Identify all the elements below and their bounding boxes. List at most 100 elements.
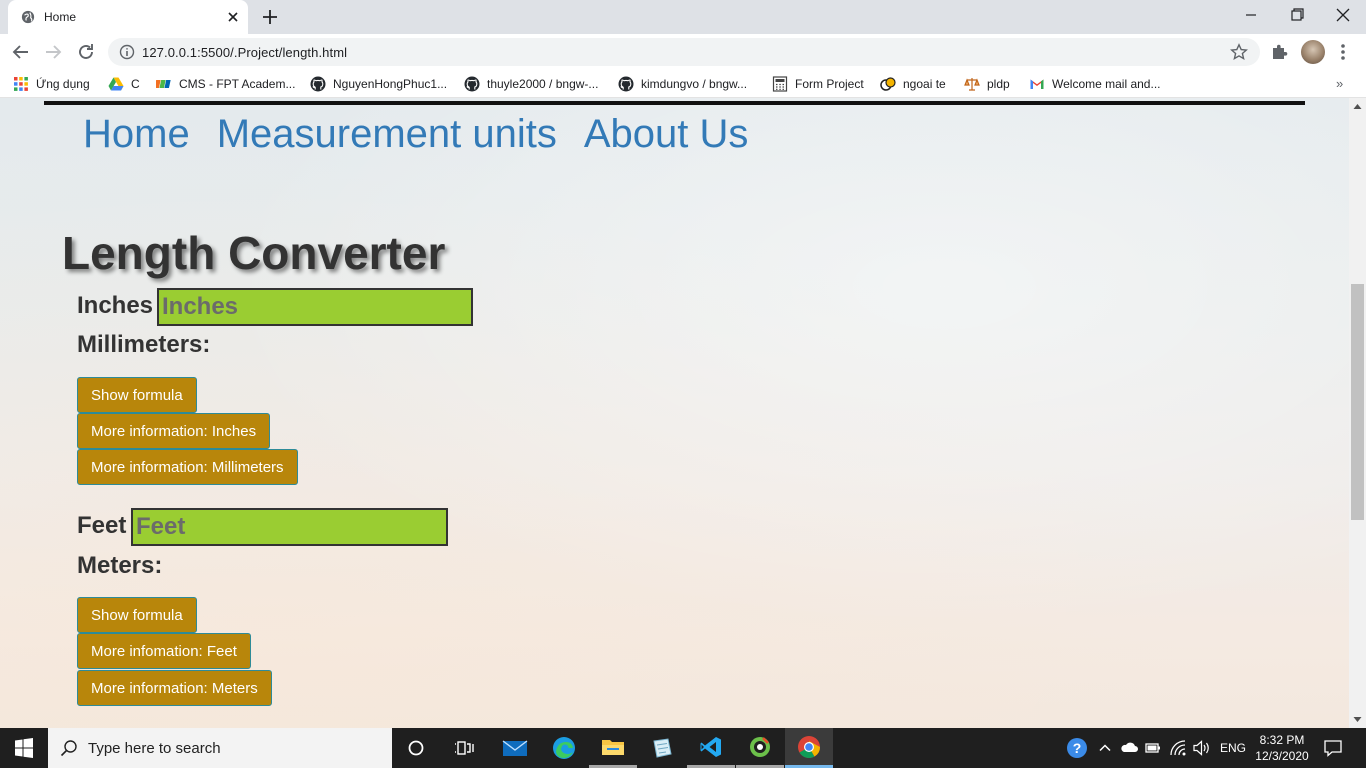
bookmark-label: CMS - FPT Academ... bbox=[179, 77, 296, 91]
clock-time: 8:32 PM bbox=[1259, 733, 1305, 747]
app-button[interactable] bbox=[736, 728, 784, 768]
chevron-up-icon[interactable] bbox=[1098, 741, 1112, 755]
battery-icon[interactable] bbox=[1144, 740, 1162, 756]
nav-home-link[interactable]: Home bbox=[83, 112, 190, 156]
globe-icon bbox=[21, 10, 35, 24]
task-view-icon bbox=[455, 741, 474, 755]
notes-icon bbox=[653, 738, 672, 758]
new-tab-icon[interactable] bbox=[260, 7, 280, 27]
meters-result-label: Meters: bbox=[77, 552, 163, 579]
site-nav: Home Measurement units About Us bbox=[83, 112, 748, 156]
feet-input[interactable] bbox=[131, 508, 448, 546]
task-view-button[interactable] bbox=[440, 728, 488, 768]
vertical-scrollbar[interactable] bbox=[1349, 98, 1366, 728]
windows-taskbar: Type here to search ? ENG 8:32 PM 12/3/2… bbox=[0, 728, 1366, 768]
bookmark-apps[interactable]: Ứng dụng bbox=[13, 76, 90, 92]
scrollbar-thumb[interactable] bbox=[1351, 284, 1364, 520]
taskbar-search-box[interactable]: Type here to search bbox=[48, 728, 392, 768]
page-viewport: Home Measurement units About Us Length C… bbox=[0, 98, 1349, 728]
info-icon[interactable] bbox=[119, 44, 135, 60]
nav-about-us-link[interactable]: About Us bbox=[584, 112, 749, 156]
bookmark-github-2[interactable]: thuyle2000 / bngw-... bbox=[464, 76, 598, 92]
forward-arrow-icon[interactable] bbox=[43, 42, 63, 62]
minimize-icon[interactable] bbox=[1239, 5, 1263, 25]
bookmark-github-1[interactable]: NguyenHongPhuc1... bbox=[310, 76, 447, 92]
file-explorer-button[interactable] bbox=[589, 728, 637, 768]
calculator-icon bbox=[772, 76, 788, 92]
bookmark-cms-fpt[interactable]: CMS - FPT Academ... bbox=[156, 76, 295, 92]
reload-icon[interactable] bbox=[76, 42, 96, 62]
notification-icon[interactable] bbox=[1323, 738, 1343, 758]
more-info-meters-button[interactable]: More information: Meters bbox=[77, 670, 272, 706]
bookmarks-bar: Ứng dụng C CMS - FPT Academ... NguyenHon… bbox=[0, 70, 1366, 98]
apps-grid-icon bbox=[14, 77, 28, 91]
search-icon bbox=[60, 740, 77, 757]
vscode-app-button[interactable] bbox=[687, 728, 735, 768]
inches-label: Inches bbox=[77, 292, 154, 319]
cortana-icon bbox=[408, 740, 424, 756]
windows-start-icon[interactable] bbox=[0, 728, 48, 768]
bookmark-label: NguyenHongPhuc1... bbox=[333, 77, 448, 91]
system-clock[interactable]: 8:32 PM 12/3/2020 bbox=[1252, 732, 1312, 764]
more-info-inches-button[interactable]: More information: Inches bbox=[77, 413, 271, 449]
bookmark-star-icon[interactable] bbox=[1230, 43, 1248, 61]
github-icon bbox=[310, 76, 326, 92]
help-icon[interactable]: ? bbox=[1066, 737, 1088, 759]
cortana-button[interactable] bbox=[392, 728, 440, 768]
svg-text:?: ? bbox=[1073, 740, 1082, 756]
bookmark-form-project[interactable]: Form Project bbox=[772, 76, 864, 92]
address-bar[interactable]: 127.0.0.1:5500/.Project/length.html bbox=[108, 38, 1260, 66]
profile-avatar[interactable] bbox=[1301, 40, 1325, 64]
extensions-puzzle-icon[interactable] bbox=[1269, 42, 1289, 62]
bookmarks-overflow-button[interactable]: » bbox=[1336, 76, 1343, 91]
more-info-feet-button[interactable]: More infomation: Feet bbox=[77, 633, 251, 669]
edge-app-button[interactable] bbox=[540, 728, 588, 768]
show-formula-inches-button[interactable]: Show formula bbox=[77, 377, 197, 413]
tab-title: Home bbox=[44, 10, 77, 24]
bookmark-ngoai-te[interactable]: ngoai te bbox=[880, 76, 946, 92]
close-window-icon[interactable] bbox=[1331, 5, 1355, 25]
scale-icon bbox=[964, 78, 980, 91]
bookmark-c[interactable]: C bbox=[108, 76, 140, 92]
notes-app-button[interactable] bbox=[638, 728, 686, 768]
bookmark-label: kimdungvo / bngw... bbox=[641, 77, 748, 91]
edge-icon bbox=[553, 737, 575, 759]
vscode-icon bbox=[700, 736, 721, 757]
inches-input[interactable] bbox=[157, 288, 473, 326]
volume-icon[interactable] bbox=[1192, 739, 1212, 757]
millimeters-result-label: Millimeters: bbox=[77, 331, 211, 358]
bookmark-pldp[interactable]: pldp bbox=[964, 76, 1010, 92]
more-info-millimeters-button[interactable]: More information: Millimeters bbox=[77, 449, 298, 485]
scroll-down-arrow-icon[interactable] bbox=[1353, 715, 1362, 724]
search-placeholder: Type here to search bbox=[88, 740, 221, 757]
scroll-up-arrow-icon[interactable] bbox=[1353, 102, 1362, 111]
bookmark-label: pldp bbox=[987, 77, 1010, 91]
restore-icon[interactable] bbox=[1285, 5, 1309, 25]
github-icon bbox=[618, 76, 634, 92]
currency-icon bbox=[880, 77, 896, 91]
browser-toolbar: 127.0.0.1:5500/.Project/length.html bbox=[0, 34, 1366, 70]
language-indicator[interactable]: ENG bbox=[1220, 728, 1246, 768]
nav-measurement-units-link[interactable]: Measurement units bbox=[217, 112, 557, 156]
bookmark-label: ngoai te bbox=[903, 77, 946, 91]
show-formula-feet-button[interactable]: Show formula bbox=[77, 597, 197, 633]
mail-app-button[interactable] bbox=[491, 728, 539, 768]
browser-tab[interactable]: Home bbox=[8, 0, 248, 34]
chrome-icon bbox=[798, 735, 820, 758]
gmail-icon bbox=[1030, 79, 1044, 89]
page-title: Length Converter bbox=[62, 227, 446, 279]
bookmark-label: Form Project bbox=[795, 77, 864, 91]
onedrive-cloud-icon[interactable] bbox=[1120, 740, 1138, 754]
close-tab-icon[interactable] bbox=[225, 9, 241, 25]
google-drive-icon bbox=[108, 77, 124, 91]
fpt-icon bbox=[156, 80, 171, 88]
wifi-icon[interactable] bbox=[1169, 739, 1187, 757]
chrome-app-button[interactable] bbox=[785, 728, 833, 768]
bookmark-gmail[interactable]: Welcome mail and... bbox=[1029, 76, 1161, 92]
bookmark-label: Ứng dụng bbox=[36, 77, 90, 91]
more-menu-icon[interactable] bbox=[1333, 42, 1353, 62]
github-icon bbox=[464, 76, 480, 92]
header-rule bbox=[44, 101, 1305, 105]
back-arrow-icon[interactable] bbox=[11, 42, 31, 62]
bookmark-github-3[interactable]: kimdungvo / bngw... bbox=[618, 76, 747, 92]
